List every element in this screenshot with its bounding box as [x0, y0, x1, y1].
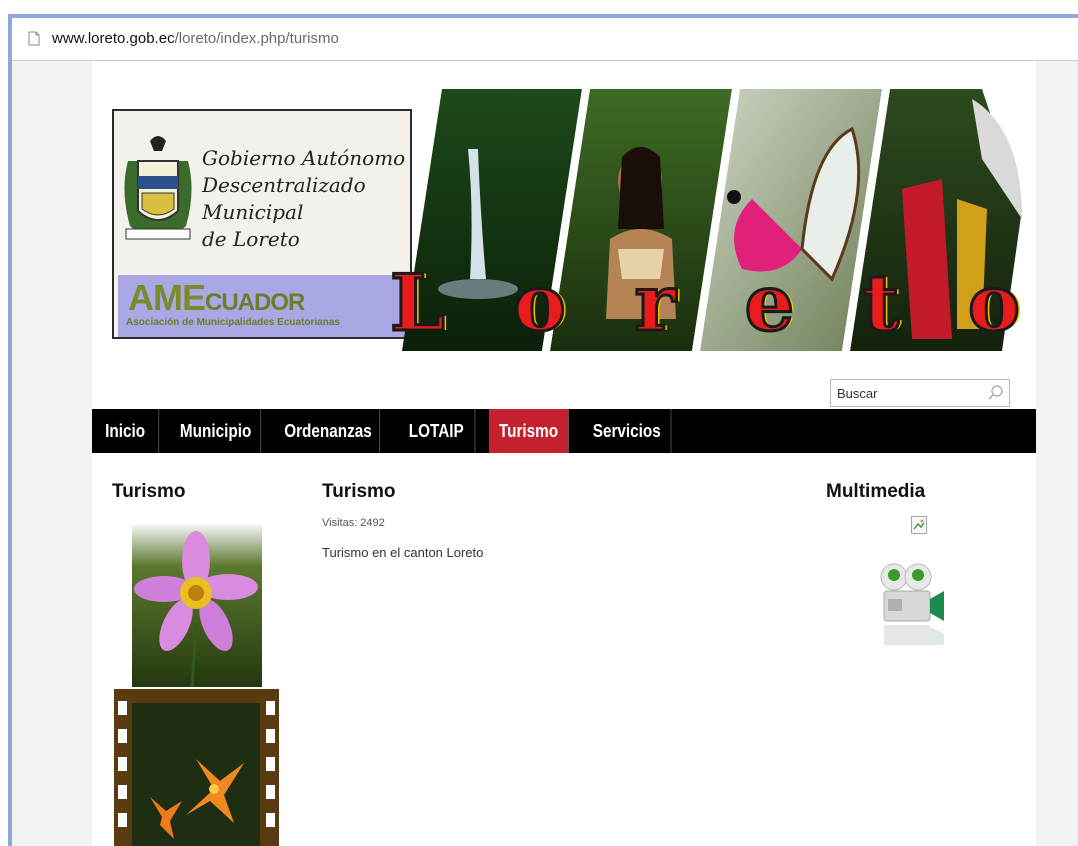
nav-item-municipio[interactable]: Municipio — [171, 409, 262, 453]
ame-logo-main: AME — [128, 277, 206, 318]
left-column-heading: Turismo — [112, 481, 186, 502]
article-heading: Turismo — [322, 481, 396, 502]
gov-line: Municipal — [202, 200, 304, 224]
flower-image[interactable] — [132, 525, 262, 687]
nav-item-ordenanzas[interactable]: Ordenanzas — [277, 409, 380, 453]
url-host: www.loreto.gob.ec — [52, 30, 175, 47]
search-box[interactable] — [830, 379, 1010, 407]
address-bar[interactable]: www.loreto.gob.ec/loreto/index.php/turis… — [12, 18, 1078, 61]
article-text: Turismo en el canton Loreto — [322, 545, 484, 560]
gov-line: de Loreto — [202, 227, 300, 251]
site-banner: Gobierno Autónomo Descentralizado Munici… — [112, 89, 1022, 351]
search-input[interactable] — [831, 380, 993, 406]
gov-line: Gobierno Autónomo — [202, 146, 406, 170]
web-page: Gobierno Autónomo Descentralizado Munici… — [92, 61, 1036, 846]
loreto-title: L o r e t o — [389, 258, 1022, 349]
municipality-name: Gobierno Autónomo Descentralizado Munici… — [202, 145, 405, 253]
loreto-letter: e — [743, 258, 796, 349]
page-icon — [28, 31, 40, 46]
right-column-heading: Multimedia — [826, 481, 926, 502]
municipality-panel: Gobierno Autónomo Descentralizado Munici… — [112, 109, 412, 339]
ame-subtitle: Asociación de Municipalidades Ecuatorian… — [126, 317, 340, 328]
url-text[interactable]: www.loreto.gob.ec/loreto/index.php/turis… — [52, 30, 339, 47]
loreto-letter: o — [966, 258, 1021, 349]
broken-image-glyph — [913, 519, 925, 530]
loreto-letter: t — [862, 258, 901, 349]
url-path: /loreto/index.php/turismo — [174, 30, 339, 47]
ame-logo-tail: CUADOR — [205, 289, 305, 316]
loreto-letter: o — [512, 258, 567, 349]
broken-image-icon[interactable] — [911, 516, 927, 534]
nav-item-turismo[interactable]: Turismo — [489, 409, 569, 453]
visit-count: Visitas: 2492 — [322, 517, 385, 529]
coat-of-arms-icon — [124, 136, 192, 240]
search-icon[interactable] — [987, 384, 1005, 402]
film-strip-image[interactable] — [114, 689, 279, 846]
video-camera-icon[interactable] — [878, 561, 950, 661]
gov-line: Descentralizado — [202, 173, 366, 197]
main-nav: Inicio Municipio Ordenanzas LOTAIP Turis… — [92, 409, 1036, 453]
loreto-letter: L — [389, 258, 447, 349]
nav-item-lotaip[interactable]: LOTAIP — [398, 409, 476, 453]
ame-logo: AMECUADOR — [128, 277, 305, 319]
nav-item-inicio[interactable]: Inicio — [92, 409, 160, 453]
nav-item-servicios[interactable]: Servicios — [583, 409, 672, 453]
loreto-letter: r — [633, 258, 677, 349]
